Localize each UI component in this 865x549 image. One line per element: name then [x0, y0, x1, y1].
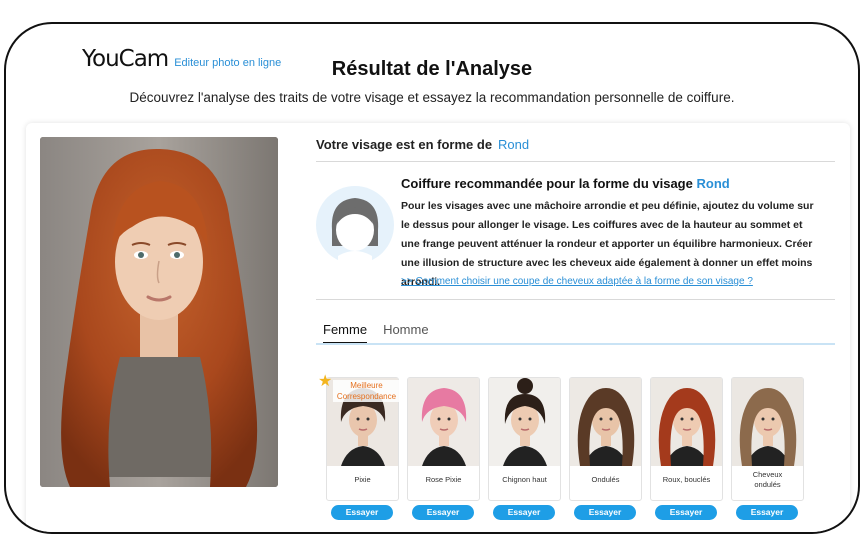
best-match-badge: Meilleure Correspondance — [333, 380, 400, 402]
face-shape-value: Rond — [498, 137, 530, 152]
hairstyle-thumbnail — [489, 378, 560, 466]
page-title: Résultat de l'Analyse — [331, 58, 533, 80]
user-photo — [40, 137, 278, 487]
hairstyle-card[interactable]: Chignon haut — [488, 377, 561, 501]
hairstyle-thumbnail — [408, 378, 479, 466]
face-shape-label: Votre visage est en forme de — [316, 137, 493, 152]
star-icon: ★ — [318, 373, 333, 390]
hairstyle-name: Pixie — [354, 475, 371, 484]
try-button[interactable]: Essayer — [655, 505, 717, 520]
hairstyle-name: Rose Pixie — [425, 475, 462, 484]
divider — [316, 299, 835, 300]
try-button[interactable]: Essayer — [493, 505, 555, 520]
divider — [316, 161, 835, 162]
portrait-illustration — [40, 137, 278, 487]
recommendation-title: Coiffure recommandée pour la forme du vi… — [401, 176, 730, 191]
tab-underline — [316, 343, 835, 345]
hairstyle-card[interactable]: Rose Pixie — [407, 377, 480, 501]
hairstyle-name: Cheveux ondulés — [752, 470, 783, 489]
hairstyle-thumbnail — [570, 378, 641, 466]
round-face-icon — [331, 198, 379, 264]
hairstyle-name: Chignon haut — [502, 475, 547, 484]
hairstyle-thumbnail — [732, 378, 803, 466]
try-button[interactable]: Essayer — [412, 505, 474, 520]
hairstyle-name: Ondulés — [591, 475, 620, 484]
face-shape-row: Votre visage est en forme de Rond — [316, 137, 529, 152]
hairstyle-card[interactable]: ★ Meilleure Correspondance Pixie — [318, 374, 400, 501]
hairstyle-thumbnail — [651, 378, 722, 466]
recommendation-shape: Rond — [696, 176, 730, 191]
try-button[interactable]: Essayer — [574, 505, 636, 520]
page-subtitle: Découvrez l'analyse des traits de votre … — [129, 90, 735, 105]
face-shape-guide-link[interactable]: >> Comment choisir une coupe de cheveux … — [401, 276, 753, 287]
hairstyle-card[interactable]: Roux, bouclés — [650, 377, 723, 501]
hairstyle-name: Roux, bouclés — [662, 475, 711, 484]
face-shape-icon — [316, 186, 394, 264]
hairstyle-card[interactable]: Cheveux ondulés — [731, 377, 804, 501]
tab-homme[interactable]: Homme — [383, 322, 429, 344]
hairstyle-card[interactable]: Ondulés — [569, 377, 642, 501]
result-card: Votre visage est en forme de Rond Coiffur… — [26, 123, 850, 532]
try-button[interactable]: Essayer — [331, 505, 393, 520]
tab-femme[interactable]: Femme — [323, 322, 368, 344]
gender-tabs: Femme Homme — [323, 322, 429, 344]
recommendation-title-text: Coiffure recommandée pour la forme du vi… — [401, 176, 693, 191]
try-button[interactable]: Essayer — [736, 505, 798, 520]
window-frame: YouCam Editeur photo en ligne Résultat d… — [4, 22, 860, 534]
